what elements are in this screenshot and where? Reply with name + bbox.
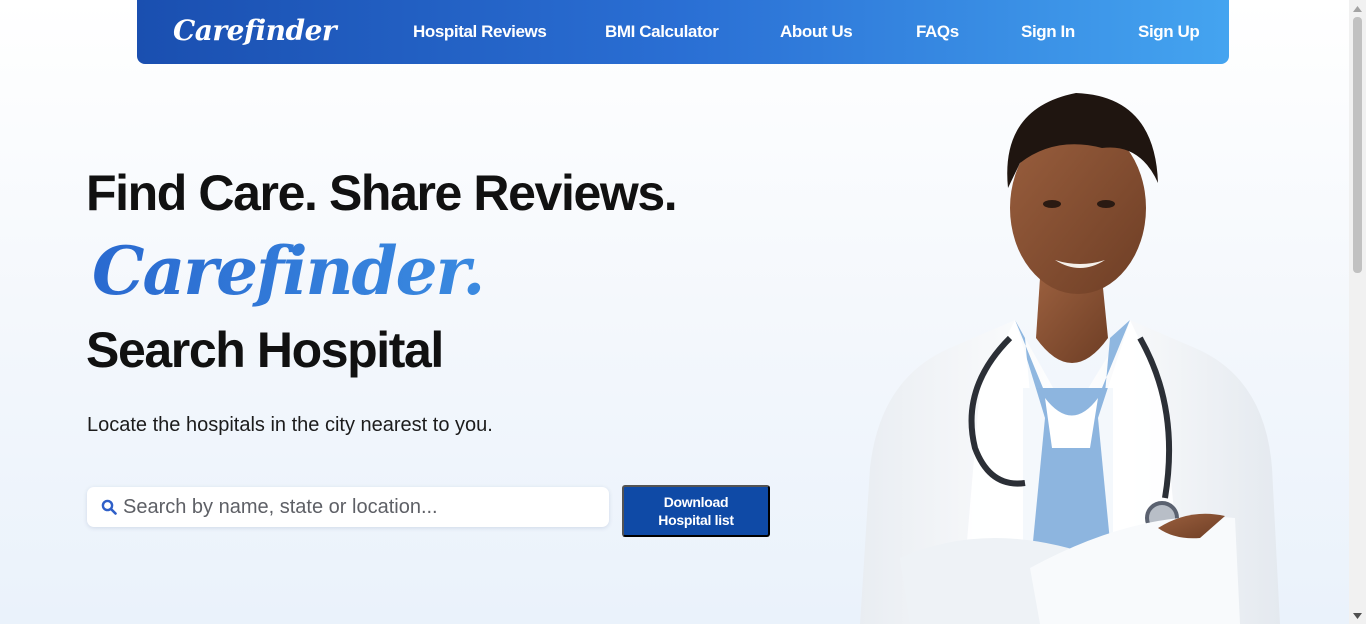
nav-link-bmi-calculator[interactable]: BMI Calculator — [605, 22, 719, 42]
search-hospital-title: Search Hospital — [86, 322, 444, 378]
hero-subtitle: Locate the hospitals in the city nearest… — [87, 414, 493, 436]
scroll-down-arrow-icon[interactable] — [1349, 607, 1366, 624]
download-hospital-list-button[interactable]: Download Hospital list — [622, 485, 770, 537]
vertical-scrollbar[interactable] — [1349, 0, 1366, 624]
scroll-up-arrow-icon[interactable] — [1349, 0, 1366, 17]
doctor-illustration — [860, 93, 1280, 624]
search-box — [87, 487, 609, 527]
nav-logo[interactable]: Carefinder — [173, 14, 337, 47]
hero-headline: Find Care. Share Reviews. — [86, 165, 678, 221]
nav-link-sign-in[interactable]: Sign In — [1021, 22, 1075, 42]
search-icon — [101, 499, 117, 515]
nav-link-hospital-reviews[interactable]: Hospital Reviews — [413, 22, 547, 42]
nav-link-sign-up[interactable]: Sign Up — [1138, 22, 1200, 42]
top-navigation-bar: Carefinder Hospital Reviews BMI Calculat… — [137, 0, 1229, 64]
hero-brand-logo: Carefinder. — [92, 232, 485, 310]
nav-link-about-us[interactable]: About Us — [780, 22, 853, 42]
nav-link-faqs[interactable]: FAQs — [916, 22, 959, 42]
scrollbar-thumb[interactable] — [1353, 17, 1362, 273]
search-input[interactable] — [123, 493, 593, 521]
